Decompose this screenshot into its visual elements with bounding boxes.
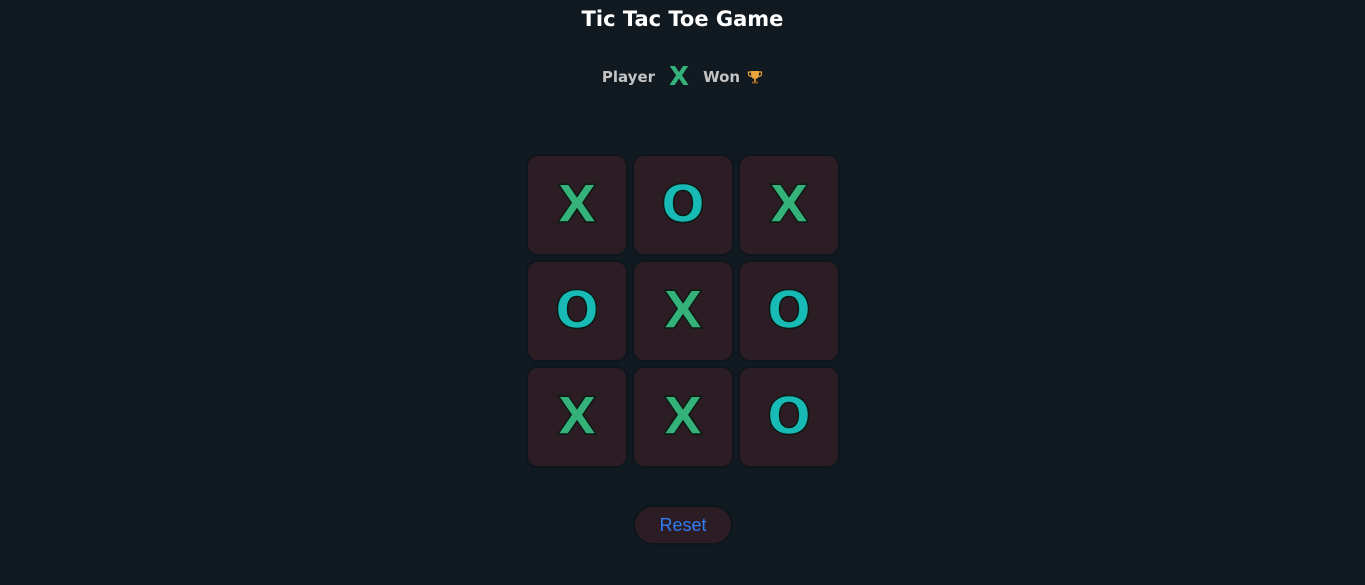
board-cell[interactable]: X [632, 260, 734, 362]
board-cell[interactable]: X [526, 366, 628, 468]
board-cell[interactable]: O [738, 260, 840, 362]
player-label: Player [601, 68, 656, 86]
won-label: Won [703, 68, 741, 86]
trophy-icon [747, 69, 763, 85]
board-cell[interactable]: O [738, 366, 840, 468]
board-cell[interactable]: X [632, 366, 734, 468]
board-cell[interactable]: O [526, 260, 628, 362]
page-title: Tic Tac Toe Game [581, 7, 784, 31]
game-status: Player X Won [0, 62, 1365, 92]
board-cell[interactable]: O [632, 154, 734, 256]
reset-button[interactable]: Reset [633, 505, 733, 545]
board-cell[interactable]: X [526, 154, 628, 256]
winner-mark: X [669, 62, 690, 92]
game-page: Tic Tac Toe Game Player X Won X O X O X … [0, 0, 1365, 585]
game-board: X O X O X O X X O [526, 154, 840, 468]
board-cell[interactable]: X [738, 154, 840, 256]
